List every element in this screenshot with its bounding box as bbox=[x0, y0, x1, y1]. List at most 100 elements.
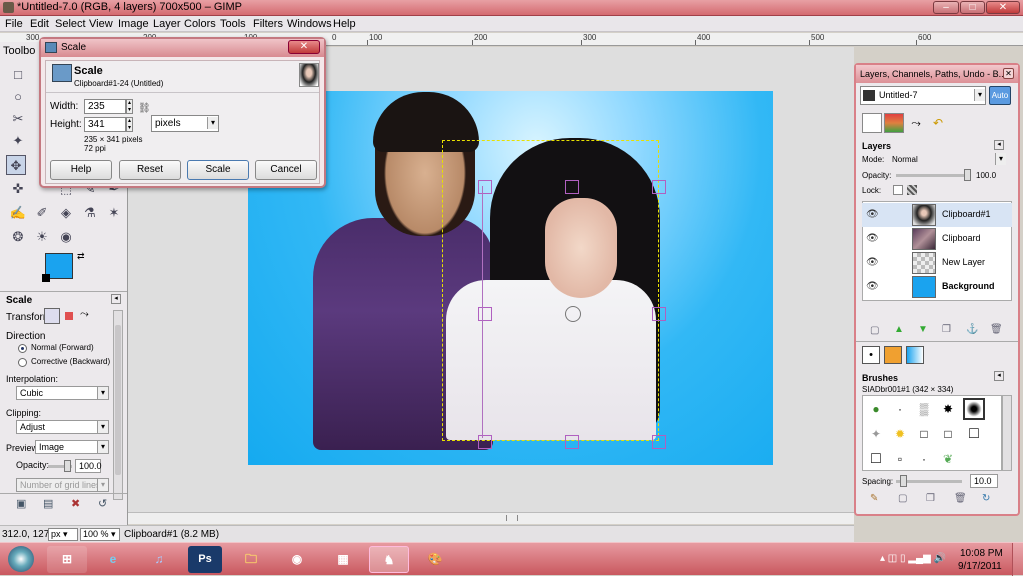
layer-opacity-thumb[interactable] bbox=[964, 169, 971, 181]
taskbar-chrome-icon[interactable]: ◉ bbox=[277, 546, 317, 573]
scale-handle[interactable] bbox=[565, 180, 579, 194]
smudge-tool-icon[interactable]: ◉ bbox=[56, 227, 76, 247]
layer-opacity-value[interactable]: 100.0 bbox=[976, 171, 996, 180]
ink-tool-icon[interactable]: ✐ bbox=[32, 203, 52, 223]
menu-colors[interactable]: Colors bbox=[184, 18, 216, 30]
chevron-down-icon[interactable]: ▾ bbox=[97, 421, 108, 433]
clone-tool-icon[interactable]: ◈ bbox=[56, 203, 76, 223]
transform-path-icon[interactable]: ⤳ bbox=[80, 308, 89, 321]
layer-boundary[interactable] bbox=[442, 140, 659, 441]
close-button[interactable]: ✕ bbox=[986, 1, 1020, 14]
zoom-select[interactable]: 100 % ▾ bbox=[80, 528, 120, 541]
visibility-eye-icon[interactable]: 👁 bbox=[866, 281, 879, 292]
taskbar-paint-icon[interactable]: 🎨 bbox=[415, 546, 455, 573]
brush-pepper-icon[interactable]: ● bbox=[865, 398, 887, 420]
brush-scrollbar[interactable] bbox=[1002, 395, 1012, 471]
chevron-down-icon[interactable]: ▾ bbox=[97, 441, 108, 453]
swap-colors-icon[interactable]: ⇄ bbox=[77, 251, 85, 262]
configure-tab-icon[interactable]: ◂ bbox=[111, 294, 121, 304]
taskbar-explorer-icon[interactable]: 🗀 bbox=[231, 546, 271, 573]
scale-handle[interactable] bbox=[652, 435, 666, 449]
chevron-down-icon[interactable]: ▾ bbox=[995, 153, 1006, 165]
scale-handle[interactable] bbox=[478, 180, 492, 194]
horizontal-scrollbar[interactable] bbox=[128, 512, 854, 524]
transform-selection-icon[interactable] bbox=[65, 312, 73, 320]
configure-tab-icon[interactable]: ◂ bbox=[994, 140, 1004, 150]
scale-handle[interactable] bbox=[652, 307, 666, 321]
help-button[interactable]: Help bbox=[50, 160, 112, 180]
undo-tab-icon[interactable]: ↶ bbox=[928, 113, 948, 133]
brush-sparkle-icon[interactable]: ✦ bbox=[865, 423, 887, 445]
layer-row[interactable]: 👁 Clipboard#1 bbox=[862, 203, 1012, 227]
brush-texture-icon[interactable]: ▒ bbox=[913, 398, 935, 420]
move-tool-icon[interactable]: ✜ bbox=[8, 179, 28, 199]
gradient-tab-icon[interactable] bbox=[906, 346, 924, 364]
brush-square-icon[interactable]: □ bbox=[937, 423, 959, 445]
menu-view[interactable]: View bbox=[89, 18, 113, 30]
layer-row[interactable]: 👁 Background bbox=[862, 275, 1012, 299]
duplicate-brush-icon[interactable]: ❐ bbox=[926, 493, 935, 504]
direction-normal-radio[interactable] bbox=[18, 344, 27, 353]
menu-layer[interactable]: Layer bbox=[153, 18, 181, 30]
visibility-eye-icon[interactable]: 👁 bbox=[866, 209, 879, 220]
show-desktop-button[interactable] bbox=[1012, 543, 1023, 576]
scrollbar-grip-icon[interactable] bbox=[506, 515, 518, 521]
menu-edit[interactable]: Edit bbox=[30, 18, 49, 30]
visibility-eye-icon[interactable]: 👁 bbox=[866, 233, 879, 244]
layer-row[interactable]: 👁 Clipboard bbox=[862, 227, 1012, 251]
reset-button[interactable]: Reset bbox=[119, 160, 181, 180]
ellipse-select-tool-icon[interactable]: ○ bbox=[8, 87, 28, 107]
reset-options-icon[interactable]: ↺ bbox=[98, 497, 107, 510]
dialog-close-button[interactable]: ✕ bbox=[288, 40, 320, 54]
taskbar-itunes-icon[interactable]: ♫ bbox=[139, 546, 179, 573]
grid-lines-select[interactable]: Number of grid lines ▾ bbox=[16, 478, 109, 492]
brush-square-large-icon[interactable]: □ bbox=[963, 423, 985, 445]
brush-glow-icon[interactable]: ✹ bbox=[889, 423, 911, 445]
anchor-layer-icon[interactable]: ⚓ bbox=[966, 324, 978, 335]
clock-time[interactable]: 10:08 PM bbox=[960, 548, 1003, 559]
new-brush-icon[interactable]: ▢ bbox=[898, 493, 907, 504]
menu-filters[interactable]: Filters bbox=[253, 18, 283, 30]
heal-tool-icon[interactable]: ⚗ bbox=[80, 203, 100, 223]
direction-corrective-radio[interactable] bbox=[18, 358, 27, 367]
airbrush-tool-icon[interactable]: ✍ bbox=[8, 203, 28, 223]
pattern-tab-icon[interactable] bbox=[884, 346, 902, 364]
brush-selected-icon[interactable] bbox=[963, 398, 985, 420]
clock-date[interactable]: 9/17/2011 bbox=[958, 561, 1002, 572]
layer-opacity-track[interactable] bbox=[896, 174, 966, 177]
brush-dot-icon[interactable]: · bbox=[913, 448, 935, 470]
dodge-burn-tool-icon[interactable]: ☀ bbox=[32, 227, 52, 247]
mode-value[interactable]: Normal bbox=[892, 155, 918, 164]
scale-handle[interactable] bbox=[478, 435, 492, 449]
maximize-button[interactable]: □ bbox=[960, 1, 985, 14]
scale-handle[interactable] bbox=[652, 180, 666, 194]
taskbar-ie-icon[interactable]: e bbox=[93, 546, 133, 573]
chevron-down-icon[interactable]: ▾ bbox=[97, 387, 108, 399]
width-input[interactable]: 235 bbox=[84, 99, 126, 114]
cancel-button[interactable]: Cancel bbox=[255, 160, 317, 180]
rect-select-tool-icon[interactable]: □ bbox=[8, 65, 28, 85]
spacing-input[interactable]: 10.0 bbox=[970, 474, 998, 488]
opacity-input[interactable]: 100.0 bbox=[75, 459, 102, 473]
layers-tab-icon[interactable] bbox=[862, 113, 882, 133]
height-spin-icon[interactable]: ▴ ▾ bbox=[126, 117, 133, 132]
taskbar-photoshop-icon[interactable]: Ps bbox=[188, 546, 222, 573]
taskbar-gimp-icon[interactable]: ♞ bbox=[369, 546, 409, 573]
menu-image[interactable]: Image bbox=[118, 18, 149, 30]
brush-square-icon[interactable]: □ bbox=[913, 423, 935, 445]
menu-help[interactable]: Help bbox=[333, 18, 356, 30]
brush-tab-icon[interactable]: • bbox=[862, 346, 880, 364]
chevron-down-icon[interactable]: ▾ bbox=[97, 479, 108, 491]
raise-layer-icon[interactable]: ▲ bbox=[894, 324, 904, 335]
configure-tab-icon[interactable]: ◂ bbox=[994, 371, 1004, 381]
menu-select[interactable]: Select bbox=[55, 18, 86, 30]
options-scrollbar[interactable] bbox=[113, 310, 123, 500]
edit-brush-icon[interactable]: ✎ bbox=[870, 493, 878, 504]
layer-row[interactable]: 👁 New Layer bbox=[862, 251, 1012, 275]
scrollbar-thumb[interactable] bbox=[115, 325, 121, 475]
taskbar-windows-icon[interactable]: ⊞ bbox=[47, 546, 87, 573]
default-colors-icon[interactable] bbox=[42, 274, 50, 282]
start-button[interactable] bbox=[8, 546, 34, 572]
fuzzy-select-tool-icon[interactable]: ✦ bbox=[8, 131, 28, 151]
blur-tool-icon[interactable]: ❂ bbox=[8, 227, 28, 247]
